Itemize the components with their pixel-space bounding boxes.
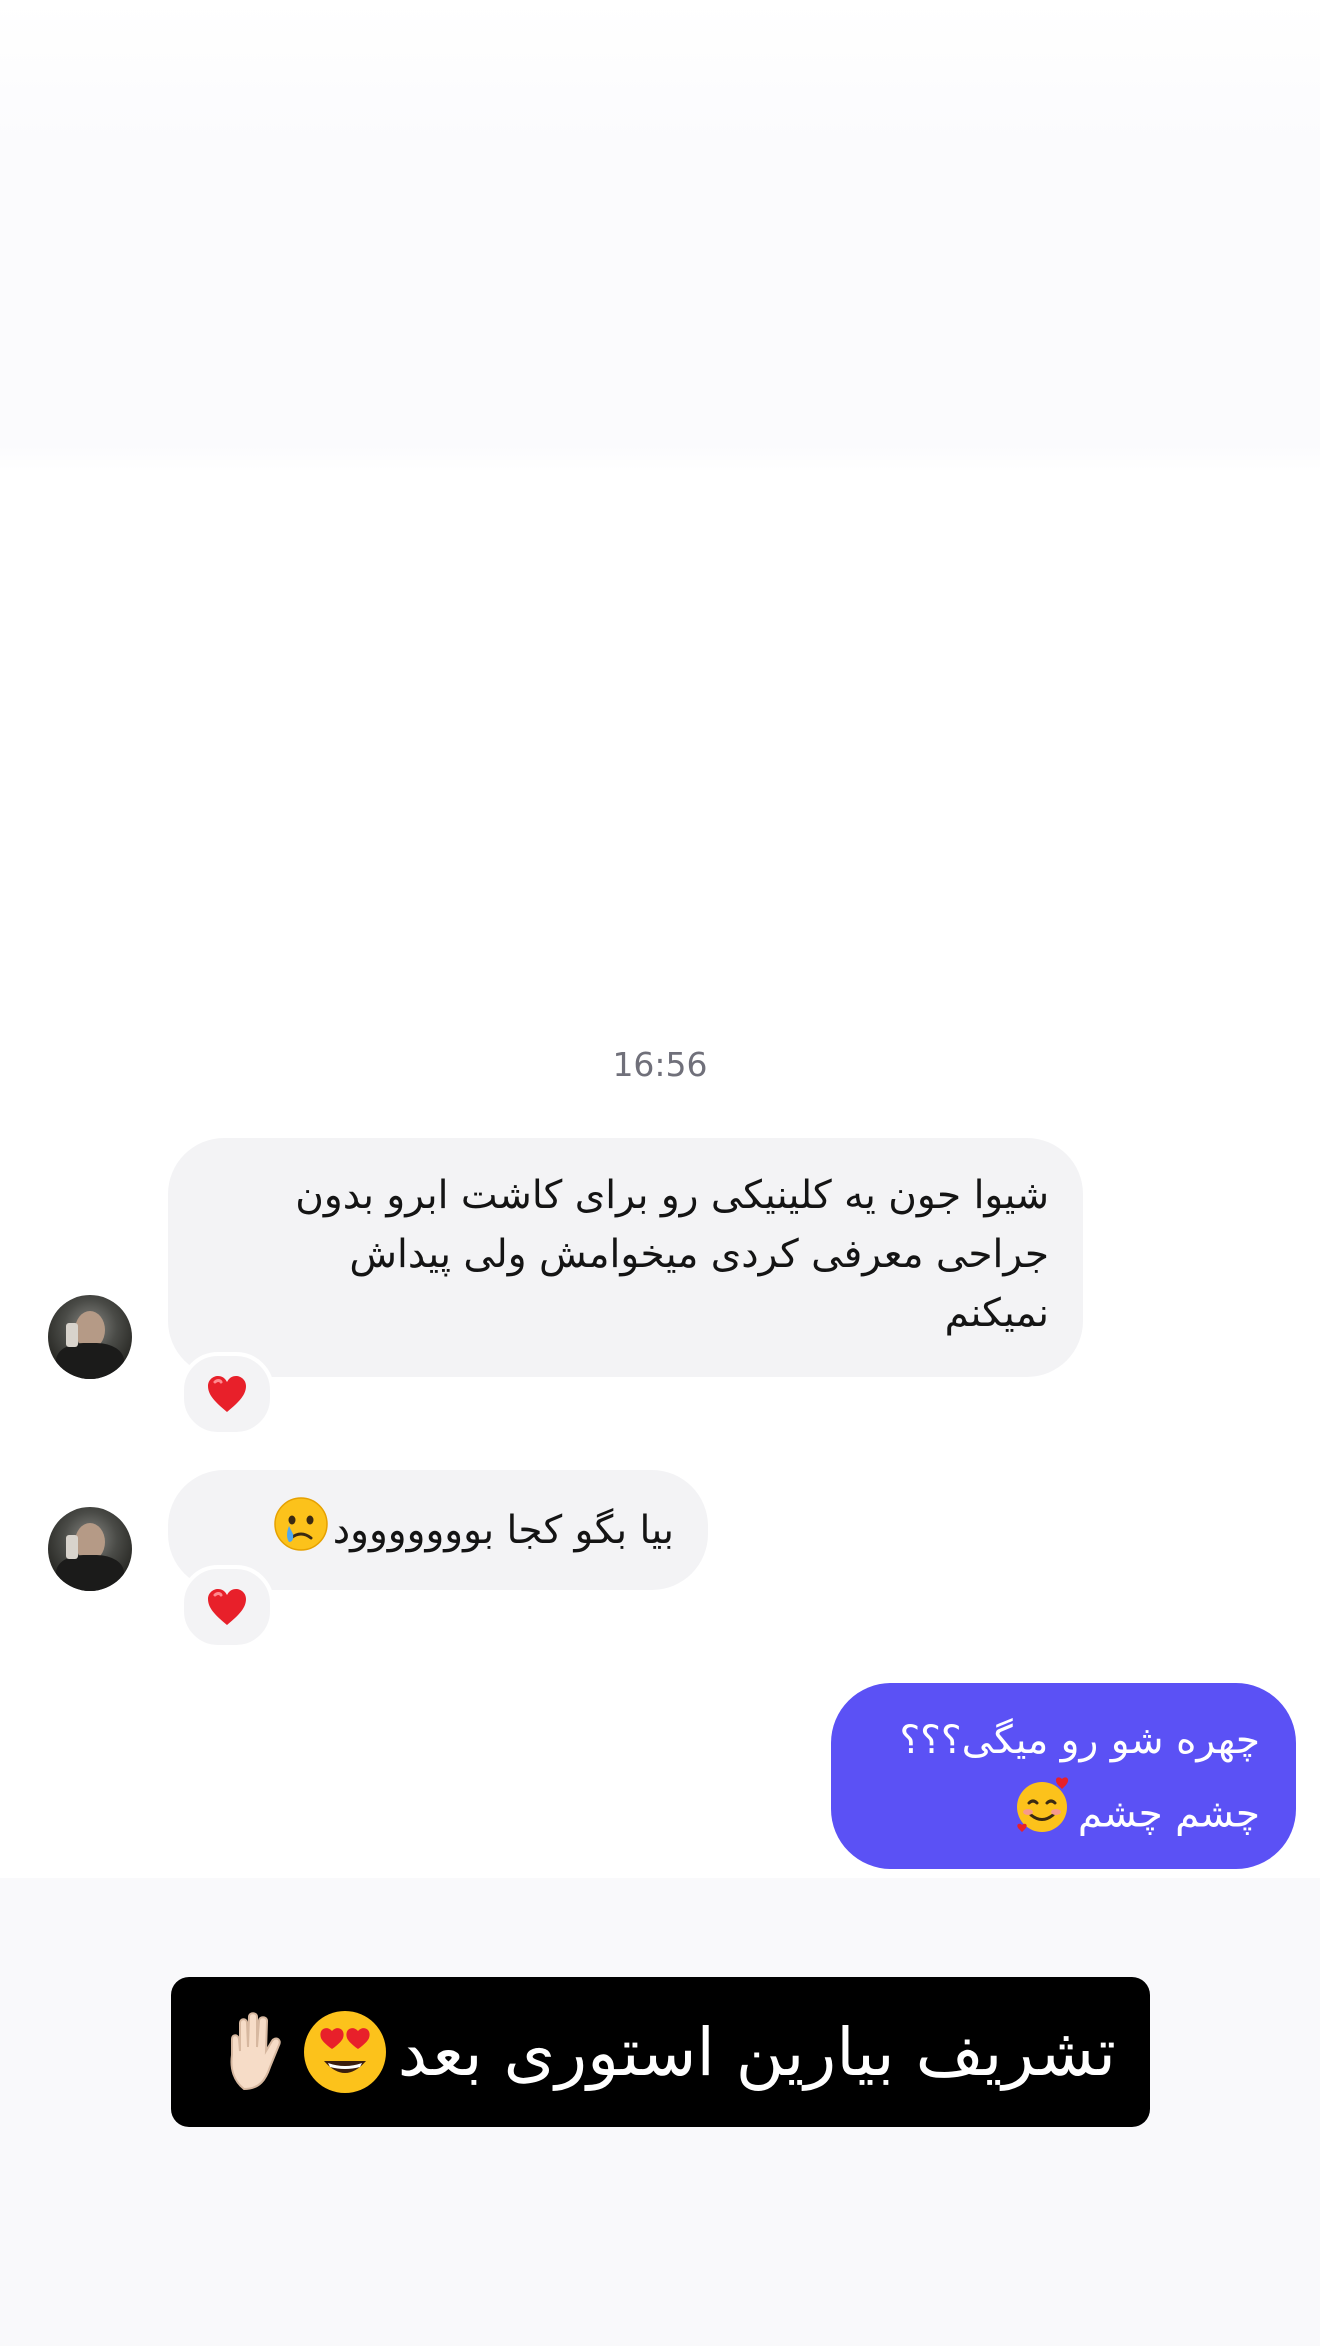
raised-hand-emoji-icon (230, 2012, 281, 2091)
message-timestamp: 16:56 (612, 1045, 708, 1084)
next-story-banner: تشریف بیارین استوری بعد (171, 1977, 1150, 2127)
heart-icon (208, 1376, 246, 1412)
heart-icon (208, 1589, 246, 1625)
heart-reaction[interactable] (180, 1565, 274, 1649)
message-text-line: چشم چشم (867, 1775, 1260, 1857)
message-text-line: جراحی معرفی کردی میخوامش ولی پیداش (349, 1232, 1049, 1277)
heart-eyes-emoji-icon (303, 2011, 386, 2093)
sender-avatar[interactable] (48, 1507, 132, 1591)
message-text-line: چهره شو رو میگی؟؟؟ (899, 1718, 1260, 1763)
smiling-face-with-hearts-emoji-icon (1014, 1775, 1074, 1857)
avatar-clothing (56, 1555, 124, 1591)
message-text: چشم چشم (1077, 1791, 1260, 1837)
message-text-line: نمیکنم (944, 1291, 1049, 1336)
avatar-phone (66, 1535, 78, 1559)
message-text: بیا بگو کجا بووووووود (332, 1508, 674, 1553)
banner-emoji-group (222, 2009, 388, 2095)
story-banner-text: تشریف بیارین استوری بعد (397, 2013, 1116, 2091)
message-text-line: بیا بگو کجا بووووووود (204, 1496, 674, 1569)
message-text-line: شیوا جون یه کلینیکی رو برای کاشت ابرو بد… (295, 1173, 1049, 1218)
heart-reaction[interactable] (180, 1352, 274, 1436)
sender-avatar[interactable] (48, 1295, 132, 1379)
top-background-band (0, 0, 1320, 470)
incoming-message-bubble[interactable]: شیوا جون یه کلینیکی رو برای کاشت ابرو بد… (168, 1138, 1083, 1377)
avatar-phone (66, 1323, 78, 1347)
outgoing-message-bubble[interactable]: چهره شو رو میگی؟؟؟ چشم چشم (831, 1683, 1296, 1869)
avatar-clothing (56, 1343, 124, 1379)
crying-face-emoji-icon (273, 1496, 329, 1569)
